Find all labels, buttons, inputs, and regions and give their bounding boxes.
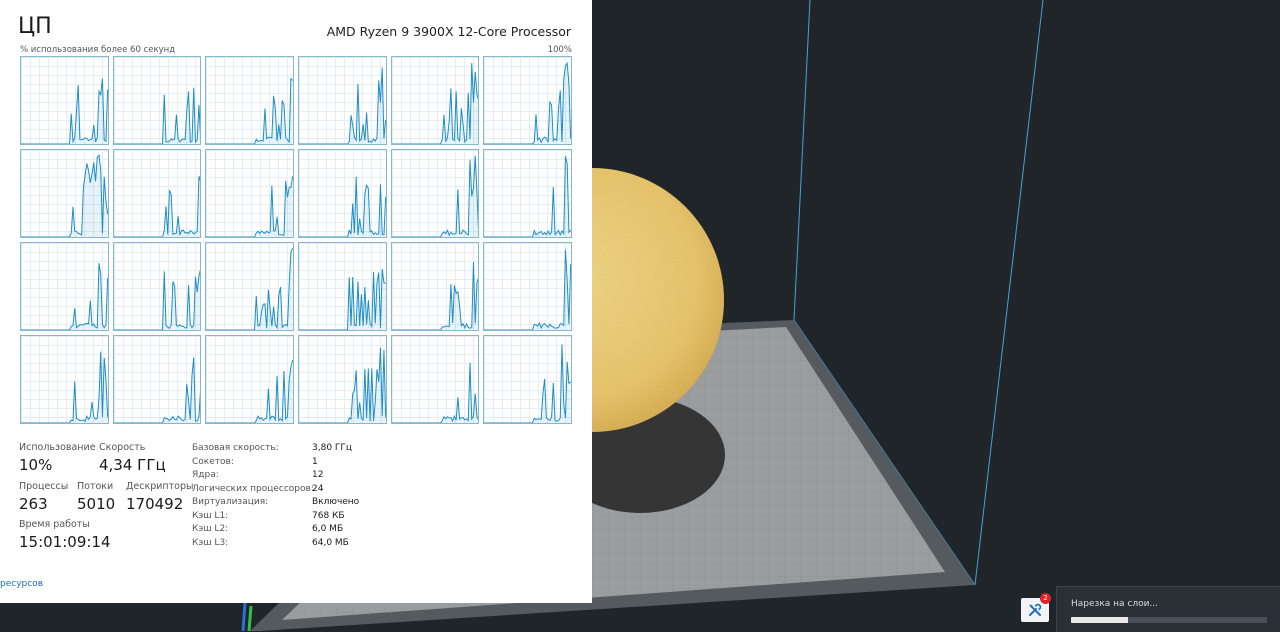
processes-label: Процессы <box>19 481 69 492</box>
spec-logical-label: Логических процессоров: <box>192 484 314 494</box>
handles-value: 170492 <box>126 495 184 513</box>
cpu-graph-11[interactable] <box>483 149 572 238</box>
spec-l2-label: Кэш L2: <box>192 524 229 534</box>
processes-value: 263 <box>19 495 48 513</box>
cpu-graph-4[interactable] <box>390 56 480 145</box>
speed-value: 4,34 ГГц <box>99 456 166 474</box>
slicing-progress-bar <box>1071 617 1267 623</box>
cpu-graph-7[interactable] <box>112 149 202 238</box>
spec-base-speed-value: 3,80 ГГц <box>312 443 353 453</box>
spec-sockets-value: 1 <box>312 457 318 467</box>
usage-label: Использование <box>19 442 96 453</box>
threads-label: Потоки <box>77 481 114 492</box>
cpu-graph-9[interactable] <box>297 149 387 238</box>
uptime-value: 15:01:09:14 <box>19 533 111 551</box>
slicing-status-label: Нарезка на слои... <box>1071 599 1159 609</box>
threads-value: 5010 <box>77 495 116 513</box>
cpu-graph-17[interactable] <box>483 242 572 331</box>
cpu-graph-18[interactable] <box>20 335 109 424</box>
logical-processor-graphs[interactable] <box>20 56 572 424</box>
spec-l1-label: Кэш L1: <box>192 511 229 521</box>
slicing-progress-fill <box>1071 617 1128 623</box>
cpu-graph-15[interactable] <box>297 242 387 331</box>
usage-value: 10% <box>19 456 53 474</box>
cpu-graph-5[interactable] <box>483 56 572 145</box>
cpu-graph-22[interactable] <box>390 335 480 424</box>
cpu-graph-12[interactable] <box>20 242 109 331</box>
cpu-graph-2[interactable] <box>205 56 294 145</box>
cpu-graph-10[interactable] <box>390 149 480 238</box>
cpu-graph-1[interactable] <box>112 56 202 145</box>
page-title: ЦП <box>18 14 52 39</box>
cpu-graph-6[interactable] <box>20 149 109 238</box>
cpu-graph-3[interactable] <box>297 56 387 145</box>
slicing-progress-panel: Нарезка на слои... <box>1056 586 1280 632</box>
graph-subtitle: % использования более 60 секунд <box>20 45 176 55</box>
cpu-graph-19[interactable] <box>112 335 202 424</box>
spec-l2-value: 6,0 МБ <box>312 524 344 534</box>
cpu-graph-16[interactable] <box>390 242 480 331</box>
notification-count-badge: 2 <box>1040 593 1051 604</box>
task-manager-cpu-panel: ЦП AMD Ryzen 9 3900X 12-Core Processor %… <box>0 0 592 603</box>
handles-label: Дескрипторы <box>126 481 194 492</box>
spec-l1-value: 768 КБ <box>312 511 345 521</box>
cpu-graph-8[interactable] <box>205 149 294 238</box>
cpu-model-name: AMD Ryzen 9 3900X 12-Core Processor <box>326 24 571 39</box>
graph-max-label: 100% <box>547 45 572 55</box>
spec-cores-value: 12 <box>312 470 324 480</box>
cpu-graph-23[interactable] <box>483 335 572 424</box>
cpu-graph-20[interactable] <box>205 335 294 424</box>
cpu-graph-14[interactable] <box>205 242 294 331</box>
spec-virtualization-label: Виртуализация: <box>192 497 269 507</box>
spec-cores-label: Ядра: <box>192 470 219 480</box>
spec-l3-value: 64,0 МБ <box>312 538 349 548</box>
cpu-graph-0[interactable] <box>20 56 109 145</box>
spec-sockets-label: Сокетов: <box>192 457 234 467</box>
resource-monitor-link[interactable]: ресурсов <box>0 579 43 589</box>
spec-base-speed-label: Базовая скорость: <box>192 443 279 453</box>
spec-logical-value: 24 <box>312 484 324 494</box>
tools-icon <box>1029 603 1042 616</box>
spec-virtualization-value: Включено <box>312 497 360 507</box>
cpu-graph-21[interactable] <box>297 335 387 424</box>
cpu-graph-13[interactable] <box>112 242 202 331</box>
speed-label: Скорость <box>99 442 146 453</box>
spec-l3-label: Кэш L3: <box>192 538 229 548</box>
uptime-label: Время работы <box>19 519 90 530</box>
